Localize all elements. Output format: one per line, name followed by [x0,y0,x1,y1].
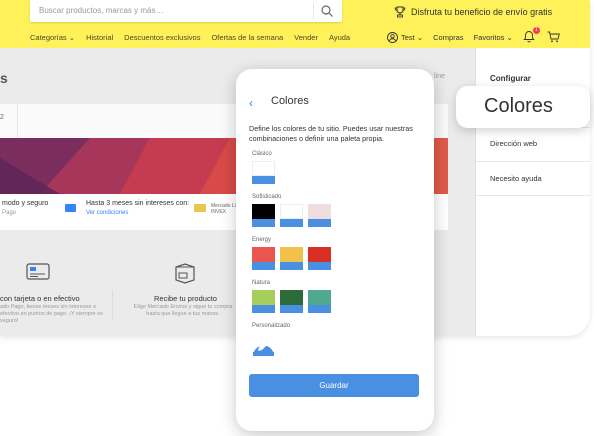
benefit-ship-text: Elige Mercado Envíos y sigue tu compra h… [133,304,233,317]
search-placeholder: Buscar productos, marcas y más… [39,6,164,15]
notifications-button[interactable]: 1 [523,27,540,44]
swatch-sofisticado-2[interactable] [280,204,303,227]
payment-msi: Hasta 3 meses sin intereses con: [86,200,190,207]
sidebar-separator [476,161,590,162]
colores-modal: ‹ Colores Define los colores de tu sitio… [236,69,434,431]
swatch-accent [308,262,331,270]
sidebar-item-colores-label: Colores [484,95,553,117]
benefit-divider [112,290,113,320]
nav-ofertas[interactable]: Ofertas de la semana [211,33,283,42]
swatch-sofisticado-1[interactable] [252,204,275,227]
tab-fragment[interactable]: 2 [0,114,4,121]
main-nav: Categorías ⌄ Historial Descuentos exclus… [30,33,350,42]
credit-card-icon [65,204,76,212]
promo-banner[interactable]: Disfruta tu beneficio de envío gratis [394,6,552,18]
nav-vender[interactable]: Vender [294,33,318,42]
swatch-color [308,204,331,219]
ver-condiciones-link[interactable]: Ver condiciones [86,210,128,216]
swatch-color [252,247,275,262]
swatch-energy-2[interactable] [280,247,303,270]
swatch-color [280,247,303,262]
group-label-clasico: Clásico [252,151,272,157]
save-button[interactable]: Guardar [249,374,419,397]
benefit-pay-text: ado Pago, tienes meses sin intereses o e… [0,304,103,324]
swatch-accent [308,305,331,313]
cart-icon[interactable] [547,31,560,43]
swatch-color [252,204,275,219]
bank-name: Mercado Lib INVEX [211,203,239,215]
sidebar-item-ayuda[interactable]: Necesito ayuda [490,174,542,183]
user-menu[interactable]: Test ⌄ [387,31,424,43]
site-header: Buscar productos, marcas y más… Disfruta… [0,0,590,48]
custom-palette-button[interactable] [252,334,275,356]
benefit-pay-title: con tarjeta o en efectivo [0,294,80,303]
swatch-accent [252,262,275,270]
swatch-clasico[interactable] [252,161,275,184]
swatch-color [252,161,275,176]
sidebar-separator [476,195,590,196]
search-input[interactable]: Buscar productos, marcas y más… [30,0,342,22]
group-label-natura: Natura [252,280,271,286]
user-name: Test ⌄ [401,32,424,42]
swatch-accent [280,219,303,227]
swatch-sofisticado-3[interactable] [308,204,331,227]
bank-card-icon [194,204,206,212]
nav-ayuda[interactable]: Ayuda [329,33,350,42]
swatch-natura-2[interactable] [280,290,303,313]
benefit-ship-title: Recibe tu producto [154,294,217,303]
search-divider [313,3,314,19]
trophy-icon [394,6,406,18]
swatch-accent [308,219,331,227]
nav-historial[interactable]: Historial [86,33,113,42]
bank-name-line2: INVEX [211,209,227,215]
modal-title: Colores [271,95,309,107]
notification-badge: 1 [532,27,540,34]
payment-safe: modo y seguro [2,200,49,207]
swatch-accent [280,262,303,270]
swatch-natura-1[interactable] [252,290,275,313]
user-nav: Test ⌄ Compras Favoritos ⌄ 1 [387,27,560,44]
nav-descuentos[interactable]: Descuentos exclusivos [124,33,200,42]
swatch-color [252,290,275,305]
nav-favoritos[interactable]: Favoritos ⌄ [474,33,513,42]
swatch-accent [252,305,275,313]
promo-text: Disfruta tu beneficio de envío gratis [411,7,553,17]
user-icon [387,31,398,43]
swatch-color [308,290,331,305]
nav-categorias[interactable]: Categorías ⌄ [30,33,75,42]
page-title-fragment: s [0,70,8,86]
swatch-color [280,204,303,219]
swatch-energy-3[interactable] [308,247,331,270]
group-label-personalizado: Personalizado [252,323,291,329]
swatch-accent [252,219,275,227]
swatch-energy-1[interactable] [252,247,275,270]
package-icon [175,263,195,284]
sidebar-heading: Configurar [490,74,531,83]
swatch-color [280,290,303,305]
sidebar-item-direccion[interactable]: Dirección web [490,139,537,148]
modal-description: Define los colores de tu sitio. Puedes u… [249,124,413,143]
page-online-fragment: line [434,73,445,80]
back-button[interactable]: ‹ [249,96,253,110]
nav-compras[interactable]: Compras [433,33,463,42]
payment-safe-sub: Pago [2,210,17,216]
swatch-accent [280,305,303,313]
swatch-color [308,247,331,262]
card-payment-icon [26,263,50,280]
tab-divider [17,104,18,140]
swatch-natura-3[interactable] [308,290,331,313]
swatch-accent [252,176,275,184]
search-icon[interactable] [320,4,334,18]
group-label-sofisticado: Sofisticado [252,194,282,200]
sidebar-item-colores[interactable]: Colores [456,86,590,128]
group-label-energy: Energy [252,237,272,243]
